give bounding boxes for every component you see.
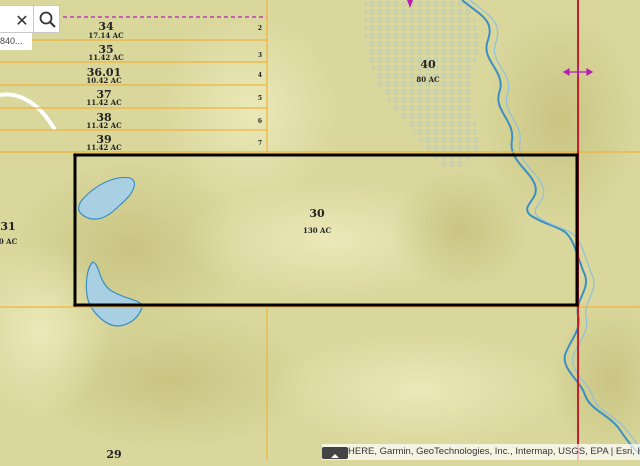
attribution-toggle-button[interactable] <box>322 447 348 459</box>
vertex-ne <box>575 153 579 157</box>
row-number: 7 <box>257 140 263 147</box>
row-number: 3 <box>257 52 263 59</box>
parcel-31-acres: 0 AC <box>0 237 18 246</box>
parcel-40-id[interactable]: 40 <box>420 58 435 71</box>
row-number: 6 <box>257 118 263 125</box>
parcel-30-id[interactable]: 30 <box>309 207 324 220</box>
vertex-nw <box>73 153 77 157</box>
parcel-39-acres: 11.42 AC <box>86 143 122 152</box>
search-button[interactable] <box>33 5 60 33</box>
close-icon[interactable]: ✕ <box>11 11 33 33</box>
attribution-text: HERE, Garmin, GeoTechnologies, Inc., Int… <box>348 446 640 457</box>
row-number: 4 <box>257 72 263 79</box>
parcel-29-id[interactable]: 29 <box>106 448 121 461</box>
row-number: 5 <box>257 95 263 102</box>
parcel-36-acres: 10.42 AC <box>86 76 122 85</box>
row-number: 2 <box>257 25 263 32</box>
search-suggestion[interactable]: 840... <box>0 33 32 50</box>
map-attribution: HERE, Garmin, GeoTechnologies, Inc., Int… <box>322 444 640 460</box>
parcel-40-acres: 80 AC <box>416 75 440 84</box>
search-icon <box>39 11 56 28</box>
parcel-30-acres: 130 AC <box>302 226 332 235</box>
parcel-31-id[interactable]: 31 <box>0 220 15 233</box>
parcel-37-acres: 11.42 AC <box>86 98 122 107</box>
vertex-se <box>575 303 579 307</box>
parcel-34-acres: 17.14 AC <box>88 31 124 40</box>
parcel-35-acres: 11.42 AC <box>88 53 124 62</box>
vertex-sw <box>73 303 77 307</box>
chevron-up-icon <box>331 454 339 458</box>
parcel-38-acres: 11.42 AC <box>86 121 122 130</box>
